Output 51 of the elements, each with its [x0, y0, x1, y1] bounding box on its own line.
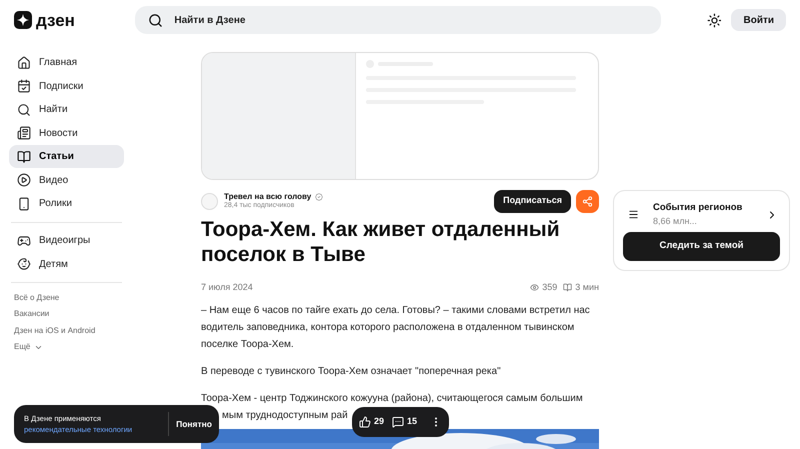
book-icon: [17, 150, 31, 164]
phone-icon: [17, 196, 31, 210]
login-button[interactable]: Войти: [731, 9, 786, 31]
article-paragraph: – Нам еще 6 часов по тайге ехать до села. Готовы? – такими словами встретил нас водитель заповедника, контора которого расположена в отдаленном тывинском поселке Тоора-Хем.: [201, 304, 591, 352]
article-paragraph: Тоора-Хем - центр Тоджинского кожууна (района), считающегося самым большим: [201, 392, 584, 406]
publish-date: 7 июля 2024: [201, 281, 253, 294]
logo-icon: [14, 11, 32, 29]
footer-link[interactable]: Вакансии: [9, 306, 124, 322]
home-icon: [17, 56, 31, 70]
newspaper-icon: [17, 126, 31, 140]
topic-subtitle: 8,66 млн...: [653, 216, 698, 228]
search-icon: [148, 13, 164, 28]
view-count: 359: [542, 281, 558, 294]
theme-icon[interactable]: [706, 12, 722, 28]
footer-link[interactable]: Всё о Дзене: [9, 290, 124, 306]
sidebar-item[interactable]: Детям: [9, 252, 124, 276]
share-button[interactable]: [576, 190, 599, 212]
sidebar-item[interactable]: Подписки: [9, 74, 124, 98]
sidebar-item[interactable]: Статьи: [9, 145, 124, 168]
read-time: 3 мин: [575, 281, 599, 294]
more-button[interactable]: Ещё: [9, 339, 124, 355]
comment-icon[interactable]: [392, 416, 404, 428]
article-title: Тоора-Хем. Как живет отдаленный поселок в Тыве: [201, 217, 561, 267]
share-icon: [582, 196, 593, 206]
search-field[interactable]: Найти в Дзене: [135, 6, 661, 34]
article-paragraph: В переводе с тувинского Тоора-Хем означает "поперечная река": [201, 364, 502, 378]
subscribe-button[interactable]: Подписаться: [494, 190, 571, 212]
menu-icon: [628, 209, 639, 220]
sidebar-item[interactable]: Найти: [9, 98, 124, 121]
sidebar-item[interactable]: Ролики: [9, 192, 124, 215]
book-icon: [563, 283, 572, 292]
comment-count: 15: [407, 415, 418, 428]
eye-icon: [530, 283, 540, 292]
like-count: 29: [374, 415, 384, 428]
calendar-check-icon: [17, 79, 31, 93]
play-icon: [17, 173, 31, 187]
face-icon: [17, 257, 31, 271]
article-text-line: мым труднодоступным рай: [222, 408, 348, 422]
follow-topic-button[interactable]: Следить за темой: [623, 232, 780, 261]
accept-button[interactable]: Понятно: [168, 412, 219, 436]
sidebar-item[interactable]: Новости: [9, 122, 124, 144]
channel-name[interactable]: Тревел на всю голову: [224, 192, 312, 202]
sidebar-item[interactable]: Главная: [9, 51, 124, 74]
topic-title[interactable]: События регионов: [653, 202, 742, 214]
like-icon[interactable]: [359, 416, 371, 428]
search-icon: [17, 102, 31, 116]
logo-text: дзен: [36, 12, 75, 28]
footer-link[interactable]: Дзен на iOS и Android: [9, 322, 124, 338]
sidebar-item[interactable]: Видео: [9, 168, 124, 192]
sidebar-item[interactable]: Видеоигры: [9, 229, 124, 252]
gamepad-icon: [17, 234, 31, 248]
